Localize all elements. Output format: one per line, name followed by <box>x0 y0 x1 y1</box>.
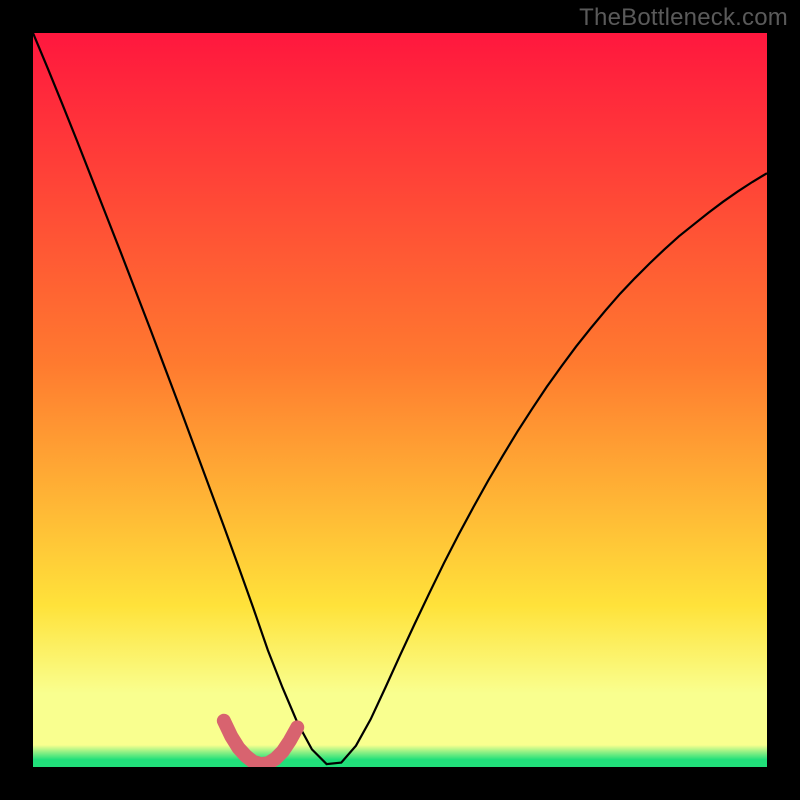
plot-area <box>33 33 767 767</box>
watermark-text: TheBottleneck.com <box>579 4 788 32</box>
chart-svg <box>33 33 767 767</box>
chart-frame: TheBottleneck.com <box>0 0 800 800</box>
